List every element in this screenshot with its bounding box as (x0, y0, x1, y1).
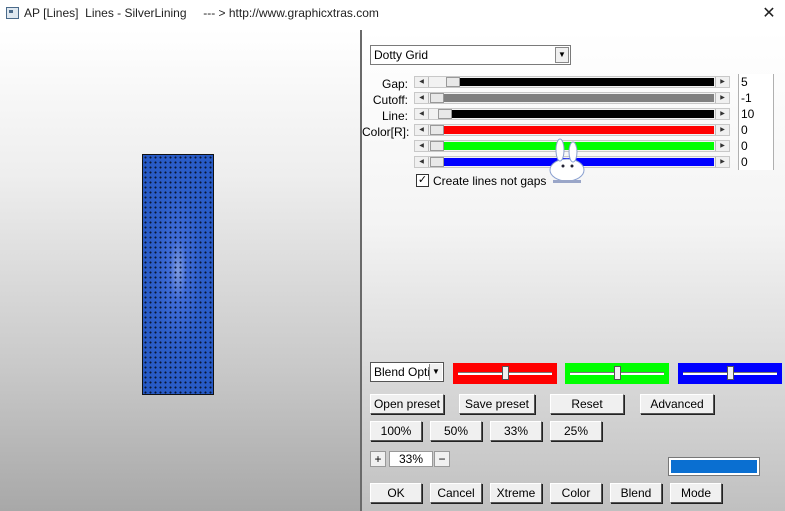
slider-left-arrow-icon[interactable]: ◀ (415, 93, 429, 103)
close-icon[interactable]: ✕ (757, 2, 781, 26)
app-icon (6, 7, 19, 19)
xtreme-button[interactable]: Xtreme (490, 483, 542, 503)
advanced-button[interactable]: Advanced (640, 394, 714, 414)
slider-left-arrow-icon[interactable]: ◀ (415, 157, 429, 167)
preview-image (142, 154, 214, 395)
slider-label-gap: Gap: (381, 77, 408, 91)
slider-track[interactable] (430, 77, 714, 87)
zoom-level-field[interactable]: 33% (389, 451, 433, 467)
slider-thumb[interactable] (446, 77, 460, 87)
ok-button[interactable]: OK (370, 483, 422, 503)
slider-value-line[interactable]: 10 (738, 106, 774, 122)
blend-slider-knob[interactable] (727, 366, 734, 380)
blend-slider-green[interactable] (565, 363, 669, 384)
cancel-button[interactable]: Cancel (430, 483, 482, 503)
slider-cutoff[interactable]: ◀ ▶ (414, 92, 730, 104)
slider-label-color-r: Color[R]: (362, 125, 410, 139)
slider-right-arrow-icon[interactable]: ▶ (715, 141, 729, 151)
open-preset-button[interactable]: Open preset (370, 394, 444, 414)
zoom-in-button[interactable]: + (370, 451, 386, 467)
slider-track[interactable] (430, 93, 714, 103)
slider-thumb[interactable] (430, 141, 444, 151)
chevron-down-icon[interactable]: ▼ (555, 47, 569, 63)
slider-left-arrow-icon[interactable]: ◀ (415, 125, 429, 135)
slider-value-cutoff[interactable]: -1 (738, 90, 774, 106)
slider-label-line: Line: (381, 109, 408, 123)
preset-select-value: Dotty Grid (374, 48, 429, 62)
slider-track[interactable] (430, 109, 714, 119)
slider-left-arrow-icon[interactable]: ◀ (415, 141, 429, 151)
slider-track[interactable] (430, 125, 714, 135)
blend-button[interactable]: Blend (610, 483, 662, 503)
color-button[interactable]: Color (550, 483, 602, 503)
slider-line[interactable]: ◀ ▶ (414, 108, 730, 120)
create-lines-checkbox[interactable]: ✓ (416, 174, 429, 187)
slider-gap[interactable]: ◀ ▶ (414, 76, 730, 88)
create-lines-label: Create lines not gaps (433, 174, 547, 188)
slider-value-color-r[interactable]: 0 (738, 122, 774, 138)
slider-right-arrow-icon[interactable]: ▶ (715, 109, 729, 119)
slider-thumb[interactable] (430, 157, 444, 167)
blend-options-select[interactable]: Blend Optio ▼ (370, 362, 444, 382)
reset-button[interactable]: Reset (550, 394, 624, 414)
slider-value-color-g[interactable]: 0 (738, 138, 774, 154)
zoom-33-button[interactable]: 33% (490, 421, 542, 441)
slider-right-arrow-icon[interactable]: ▶ (715, 77, 729, 87)
current-color-swatch[interactable] (668, 457, 760, 476)
slider-label-cutoff: Cutoff: (372, 93, 408, 107)
slider-left-arrow-icon[interactable]: ◀ (415, 77, 429, 87)
preset-select[interactable]: Dotty Grid ▼ (370, 45, 571, 65)
slider-right-arrow-icon[interactable]: ▶ (715, 125, 729, 135)
slider-value-color-b[interactable]: 0 (738, 154, 774, 170)
blend-slider-knob[interactable] (614, 366, 621, 380)
slider-thumb[interactable] (430, 93, 444, 103)
mode-button[interactable]: Mode (670, 483, 722, 503)
slider-thumb[interactable] (438, 109, 452, 119)
zoom-out-button[interactable]: − (434, 451, 450, 467)
blend-slider-blue[interactable] (678, 363, 782, 384)
preview-pane (0, 30, 360, 511)
slider-left-arrow-icon[interactable]: ◀ (415, 109, 429, 119)
zoom-50-button[interactable]: 50% (430, 421, 482, 441)
zoom-100-button[interactable]: 100% (370, 421, 422, 441)
slider-thumb[interactable] (430, 125, 444, 135)
title-bar: AP [Lines] Lines - SilverLining --- > ht… (0, 0, 785, 30)
blend-options-value: Blend Optio (374, 365, 437, 379)
chevron-down-icon[interactable]: ▼ (429, 364, 442, 380)
zoom-25-button[interactable]: 25% (550, 421, 602, 441)
window-title: AP [Lines] Lines - SilverLining --- > ht… (24, 6, 379, 20)
mascot-logo (549, 138, 585, 183)
slider-value-gap[interactable]: 5 (738, 74, 774, 90)
slider-color-r[interactable]: ◀ ▶ (414, 124, 730, 136)
slider-right-arrow-icon[interactable]: ▶ (715, 93, 729, 103)
blend-slider-knob[interactable] (502, 366, 509, 380)
blend-slider-red[interactable] (453, 363, 557, 384)
save-preset-button[interactable]: Save preset (459, 394, 535, 414)
slider-right-arrow-icon[interactable]: ▶ (715, 157, 729, 167)
